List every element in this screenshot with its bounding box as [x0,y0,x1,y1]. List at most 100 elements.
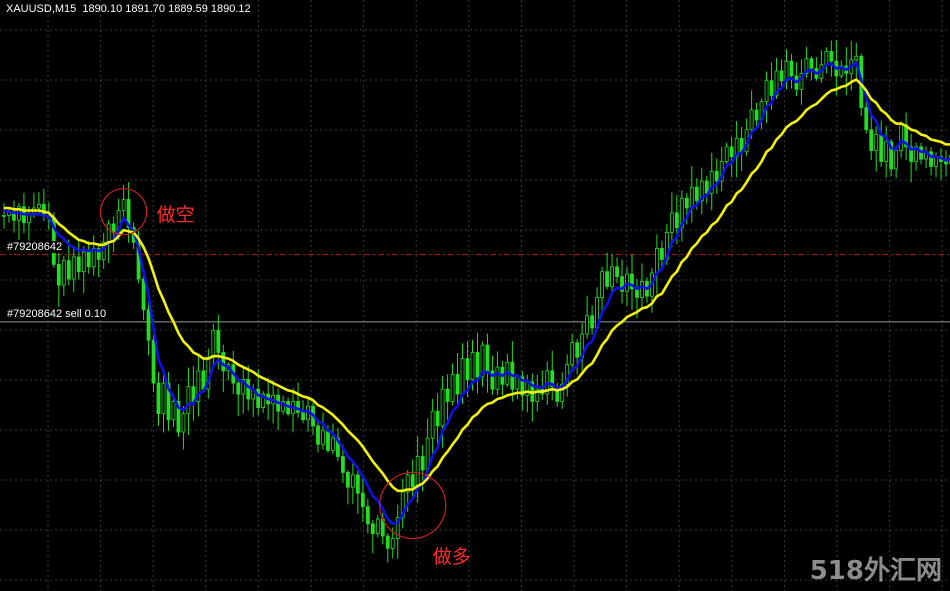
candle-body [186,386,191,415]
candle-body [301,412,305,421]
candle-body [515,376,520,390]
candle-body [694,186,699,202]
candle-body [495,366,500,390]
candle-body [659,248,664,260]
candle-body [211,330,216,358]
candle-body [246,378,251,400]
candle-body [450,374,455,402]
candle-body [420,456,425,471]
candle-body [585,315,590,335]
candle-body [350,474,355,488]
candle-body [201,370,206,390]
candle-body [729,146,734,158]
candle-body [345,471,350,488]
watermark: 518外汇网 [809,556,942,586]
candle-body [66,260,71,280]
high-price: 1891.70 [125,3,166,15]
candle-body [824,50,829,66]
candle-body [81,251,86,273]
candle-body [385,535,390,549]
close-price: 1890.12 [210,3,251,15]
candle-body [156,382,161,415]
candle-body [440,388,445,427]
candle-body [724,146,729,162]
candle-body [615,266,619,277]
candle-body [640,281,644,298]
candle-body [829,50,834,62]
candle-body [146,309,151,341]
candle-body [525,381,530,396]
annotation-short: 做空 [156,203,195,226]
candle-body [884,141,889,162]
candle-body [455,374,460,395]
candle-body [435,410,440,427]
candle-body [2,214,6,217]
candle-body [674,212,679,229]
candle-body [784,60,789,82]
candle-body [789,60,794,77]
moving-average-lines [3,61,950,526]
candle-body [56,263,61,286]
low-price: 1889.59 [168,3,208,15]
candle-body [390,538,395,549]
candle-body [355,474,360,494]
open-price: 1890.10 [82,3,123,15]
ma-line-fast [3,61,950,526]
candle-body [944,161,948,165]
annotation-long: 做多 [432,546,471,569]
candle-body [106,223,111,243]
candle-body [171,401,176,421]
candle-body [161,382,166,415]
candle-body [754,109,759,121]
candle-body [316,425,320,445]
candle-body [689,186,694,209]
candle-body [460,358,465,395]
candle-body [221,352,226,372]
order-label-stop[interactable]: #79208642 [6,240,64,253]
candle-body [61,260,66,286]
candle-body [684,197,689,209]
candle-body [76,256,81,273]
candle-body [256,388,261,408]
candle-body [365,506,370,525]
candle-body [864,107,869,131]
candle-body [71,256,76,280]
candle-body [465,358,470,380]
candle-body [809,58,814,69]
candle-body [779,70,784,82]
candle-body [869,129,874,151]
candle-body [894,150,899,170]
candle-body [749,109,754,131]
candle-body [375,518,380,534]
candle-body [321,430,325,445]
candle-body [341,456,345,473]
candle-body [296,401,300,413]
candle-body [485,344,490,372]
candle-body [714,170,719,182]
candle-body [415,456,420,488]
candle-body [669,212,674,233]
candle-body [570,342,575,366]
candle-body [610,266,614,287]
candle-body [370,523,375,534]
candle-body [86,251,91,268]
candle-body [575,342,580,358]
symbol-label: XAUUSD,M15 [6,3,77,15]
candle-body [216,330,221,353]
candle-body [874,134,879,151]
candle-body [326,430,330,451]
candle-body [36,203,41,209]
candle-body [764,80,769,102]
candle-body [360,492,365,508]
chart-header: XAUUSD,M15 1890.10 1891.70 1889.59 1890.… [6,3,251,15]
candle-series [2,39,950,563]
candle-body [879,134,884,162]
candle-body [430,410,435,439]
candle-body [854,55,859,61]
order-label-sell[interactable]: #79208642 sell 0.10 [6,307,108,320]
candle-body [181,413,186,433]
candle-body [769,80,774,96]
candle-body [151,339,156,384]
candle-body [41,203,46,216]
price-chart[interactable] [0,0,950,591]
